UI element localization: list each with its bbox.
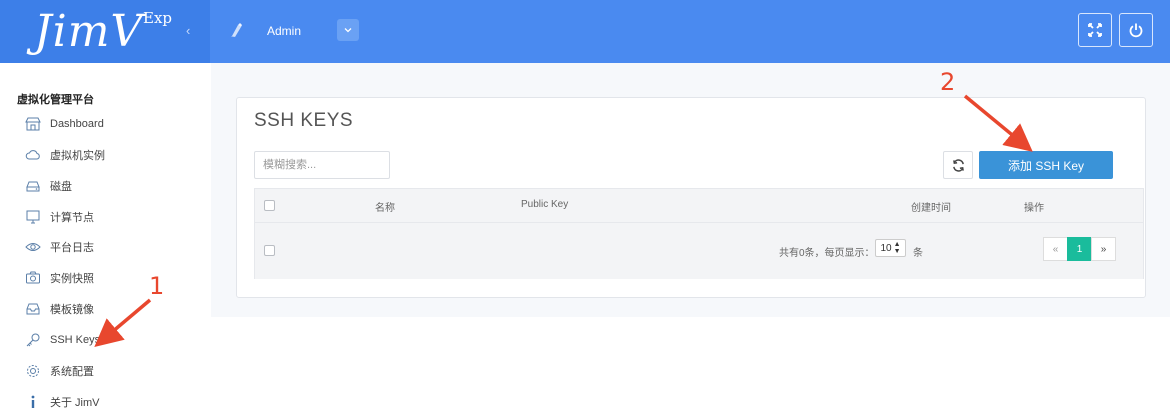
annotation-arrow-1 <box>94 298 152 348</box>
annotation-step-1: 1 <box>149 272 165 300</box>
annotation-step-2: 2 <box>940 68 956 96</box>
annotation-arrow-2 <box>963 94 1033 152</box>
annotation-arrows <box>94 94 1033 348</box>
